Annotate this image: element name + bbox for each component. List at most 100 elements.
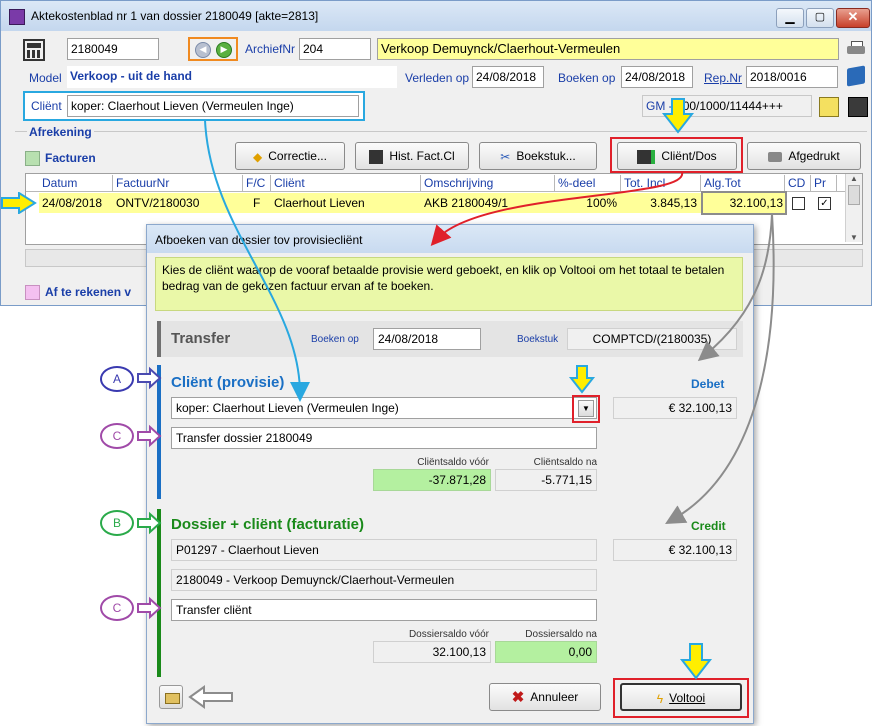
nav-buttons-group: ◀ ▶ xyxy=(188,37,238,61)
table-scrollbar[interactable]: ▲ ▼ xyxy=(845,174,862,242)
header-factuurnr[interactable]: FactuurNr xyxy=(113,175,243,191)
client-field[interactable]: koper: Claerhout Lieven (Vermeulen Inge) xyxy=(67,95,359,117)
gm-label: GM - xyxy=(646,99,673,113)
dossier-memo-field[interactable]: Transfer cliënt xyxy=(171,599,597,621)
maximize-icon: ▢ xyxy=(814,11,826,23)
cell-datum: 24/08/2018 xyxy=(42,196,103,210)
cd-checkbox[interactable] xyxy=(792,197,805,210)
cell-omschrijving: AKB 2180049/1 xyxy=(424,196,509,210)
cell-client: Claerhout Lieven xyxy=(274,196,365,210)
rep-field[interactable]: 2018/0016 xyxy=(746,66,838,88)
folder-icon[interactable] xyxy=(159,685,183,709)
annuleer-button[interactable]: ✖ Annuleer xyxy=(489,683,601,711)
annotation-c: C xyxy=(100,595,134,621)
correctie-button[interactable]: ◆ Correctie... xyxy=(235,142,345,170)
hist-fact-button[interactable]: Hist. Fact.Cl xyxy=(355,142,469,170)
dossier-credit-amount: € 32.100,13 xyxy=(613,539,737,561)
calculator-icon[interactable] xyxy=(23,39,45,61)
dossier-client-field: P01297 - Claerhout Lieven xyxy=(171,539,597,561)
header-client[interactable]: Cliënt xyxy=(271,175,421,191)
client-section: Cliënt (provisie) Debet koper: Claerhout… xyxy=(157,365,743,499)
close-button[interactable]: ✕ xyxy=(836,8,870,28)
archief-field[interactable]: 204 xyxy=(299,38,371,60)
client-label: Cliënt xyxy=(31,99,62,113)
dossier-section: Dossier + cliënt (facturatie) Credit P01… xyxy=(157,509,743,677)
app-icon xyxy=(9,9,25,25)
dialog-boeken-field[interactable]: 24/08/2018 xyxy=(373,328,481,350)
dialog-boekstuk-label: Boekstuk xyxy=(517,334,559,345)
film-add-icon xyxy=(637,149,656,164)
description-field[interactable]: Verkoop Demuynck/Claerhout-Vermeulen xyxy=(377,38,839,60)
client-provisie-value: koper: Claerhout Lieven (Vermeulen Inge) xyxy=(176,401,399,415)
client-dropdown-button[interactable]: ▼ xyxy=(578,400,594,417)
client-debet-amount: € 32.100,13 xyxy=(613,397,737,419)
maximize-button[interactable]: ▢ xyxy=(806,8,834,28)
cell-factuurnr: ONTV/2180030 xyxy=(116,196,200,210)
dialog-boekstuk-field: COMPTCD/(2180035) xyxy=(567,328,737,350)
rep-label: Rep.Nr xyxy=(704,71,743,85)
af-te-rekenen-label: Af te rekenen v xyxy=(45,285,132,299)
minimize-icon: ▁ xyxy=(785,10,795,24)
lightning-icon: ◆ xyxy=(253,149,263,164)
transfer-label: Transfer xyxy=(171,330,231,347)
annotation-c: C xyxy=(100,423,134,449)
dossier-saldo-voor-value: 32.100,13 xyxy=(373,641,491,663)
header-omschrijving[interactable]: Omschrijving xyxy=(421,175,555,191)
facturen-label: Facturen xyxy=(45,151,96,165)
client-saldo-na-value: -5.771,15 xyxy=(495,469,597,491)
pr-checkbox[interactable]: ✓ xyxy=(818,197,831,210)
client-dos-button[interactable]: Cliënt/Dos xyxy=(617,142,737,170)
client-provisie-select[interactable]: koper: Claerhout Lieven (Vermeulen Inge) xyxy=(171,397,597,419)
book-icon[interactable] xyxy=(847,65,865,87)
verleden-field[interactable]: 24/08/2018 xyxy=(472,66,544,88)
afrekening-label: Afrekening xyxy=(27,125,94,139)
client-section-heading: Cliënt (provisie) xyxy=(171,374,285,391)
header-tot-incl[interactable]: Tot. Incl xyxy=(621,175,701,191)
gm-value: 000/1000/11444+++ xyxy=(676,99,783,113)
scissors-icon: ✂ xyxy=(500,149,511,164)
cell-pct-deel: 100% xyxy=(586,196,617,210)
dialog-instructions: Kies de cliënt waarop de vooraf betaalde… xyxy=(155,257,743,311)
cell-fc: F xyxy=(253,196,261,210)
dossier-saldo-voor-label: Dossiersaldo vóór xyxy=(408,629,489,640)
annotation-a: A xyxy=(100,366,134,392)
af-te-rekenen-swatch xyxy=(25,285,40,300)
cell-alg-tot: 32.100,13 xyxy=(729,196,783,210)
header-pr[interactable]: Pr xyxy=(811,175,837,191)
afgedrukt-button[interactable]: Afgedrukt xyxy=(747,142,861,170)
window-title: Aktekostenblad nr 1 van dossier 2180049 … xyxy=(31,9,319,23)
header-fc[interactable]: F/C xyxy=(243,175,271,191)
certificate-icon[interactable] xyxy=(819,97,839,117)
gm-field: GM - 000/1000/11444+++ xyxy=(642,95,812,117)
header-cd[interactable]: CD xyxy=(785,175,811,191)
minimize-button[interactable]: ▁ xyxy=(776,8,804,28)
client-field-group: Cliënt koper: Claerhout Lieven (Vermeule… xyxy=(23,91,365,121)
annotation-b: B xyxy=(100,510,134,536)
model-field[interactable]: Verkoop - uit de hand xyxy=(67,66,397,88)
film-icon[interactable] xyxy=(848,97,868,117)
dossier-number-field[interactable]: 2180049 xyxy=(67,38,159,60)
header-datum[interactable]: Datum xyxy=(39,175,113,191)
dossier-saldo-na-value: 0,00 xyxy=(495,641,597,663)
cell-tot-incl: 3.845,13 xyxy=(650,196,697,210)
credit-label: Credit xyxy=(691,519,726,533)
film-icon xyxy=(369,149,384,164)
debet-label: Debet xyxy=(691,377,725,391)
dossier-line-field: 2180049 - Verkoop Demuynck/Claerhout-Ver… xyxy=(171,569,597,591)
dialog-title-bar: Afboeken van dossier tov provisiecliënt xyxy=(147,225,753,253)
client-memo-field[interactable]: Transfer dossier 2180049 xyxy=(171,427,597,449)
title-bar: Aktekostenblad nr 1 van dossier 2180049 … xyxy=(1,1,871,31)
printer-icon xyxy=(768,151,783,162)
printer-icon[interactable] xyxy=(847,41,865,57)
header-pct-deel[interactable]: %-deel xyxy=(555,175,621,191)
boeken-field[interactable]: 24/08/2018 xyxy=(621,66,693,88)
dialog-title: Afboeken van dossier tov provisiecliënt xyxy=(155,233,363,247)
boekstuk-button[interactable]: ✂ Boekstuk... xyxy=(479,142,597,170)
nav-prev-icon[interactable]: ◀ xyxy=(195,42,211,58)
nav-next-icon[interactable]: ▶ xyxy=(216,42,232,58)
model-label: Model xyxy=(29,71,62,85)
header-alg-tot[interactable]: Alg.Tot xyxy=(701,175,785,191)
close-icon: ✕ xyxy=(847,9,859,24)
client-saldo-voor-value: -37.871,28 xyxy=(373,469,491,491)
voltooi-button[interactable]: ϟ Voltooi xyxy=(620,683,742,711)
